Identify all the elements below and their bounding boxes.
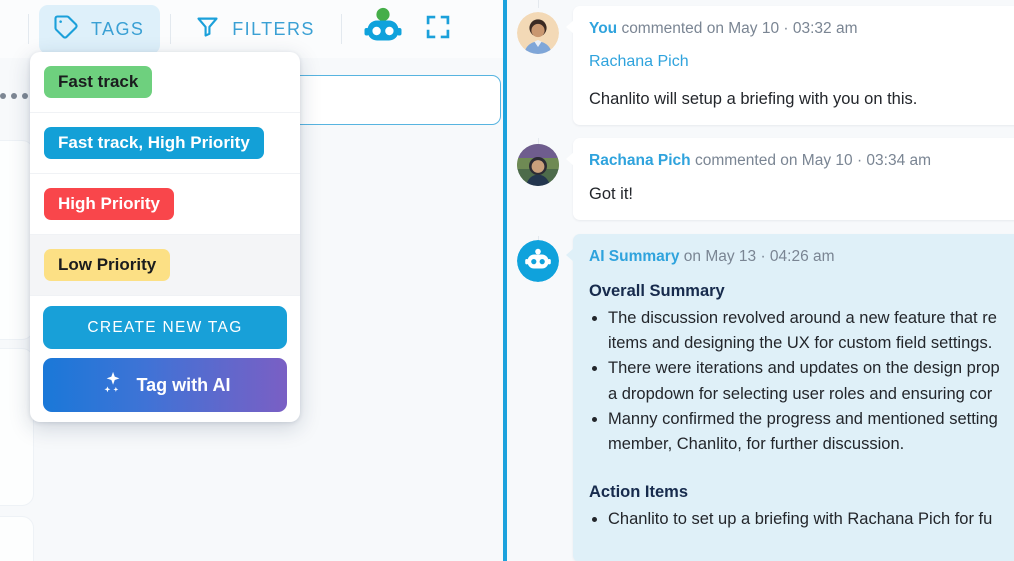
bullet-line: Chanlito to set up a briefing with Racha… xyxy=(608,509,993,528)
tags-button-label: TAGS xyxy=(91,18,145,39)
ai-summary-author: AI Summary xyxy=(589,248,680,266)
bullet-line: a dropdown for selecting user roles and … xyxy=(608,384,993,403)
comment-timestamp: commented on May 10 · 03:34 am xyxy=(694,152,932,170)
overall-summary-list: The discussion revolved around a new fea… xyxy=(589,306,1014,456)
comment-bubble: Rachana Pich commented on May 10 · 03:34… xyxy=(566,138,1014,221)
tag-with-ai-label: Tag with AI xyxy=(136,374,231,395)
list-item: The discussion revolved around a new fea… xyxy=(608,306,1014,356)
create-new-tag-button[interactable]: CREATE NEW TAG xyxy=(43,306,287,349)
comment-author[interactable]: Rachana Pich xyxy=(589,152,691,169)
tag-icon xyxy=(52,13,80,46)
comment-author[interactable]: You xyxy=(589,20,617,37)
list-item: Manny confirmed the progress and mention… xyxy=(608,407,1014,457)
app-root: TAGS FILTERS Fast track Fast track, High… xyxy=(0,0,1014,561)
bot-button[interactable] xyxy=(364,7,402,52)
tag-with-ai-button[interactable]: Tag with AI xyxy=(43,358,287,412)
comment-timestamp: commented on May 10 · 03:32 am xyxy=(621,20,858,37)
filters-button-label: FILTERS xyxy=(232,18,315,39)
filter-icon xyxy=(194,13,221,45)
bullet-line: items and designing the UX for custom fi… xyxy=(608,334,993,353)
tag-menu-item[interactable]: Fast track, High Priority xyxy=(30,113,300,174)
overall-summary-title: Overall Summary xyxy=(589,282,725,301)
background-card xyxy=(0,516,34,561)
tag-menu-item[interactable]: High Priority xyxy=(30,174,300,235)
list-item: Chanlito to set up a briefing with Racha… xyxy=(608,507,1014,532)
comment-meta: You commented on May 10 · 03:32 am xyxy=(589,19,1014,40)
comment-meta: Rachana Pich commented on May 10 · 03:34… xyxy=(589,151,1014,172)
action-items-list: Chanlito to set up a briefing with Racha… xyxy=(589,507,1014,532)
dot xyxy=(0,93,6,99)
avatar[interactable] xyxy=(517,144,559,187)
avatar[interactable] xyxy=(517,12,559,54)
action-items-title: Action Items xyxy=(589,482,689,501)
bot-avatar[interactable] xyxy=(517,240,559,283)
bullet-line: The discussion revolved around a new fea… xyxy=(608,309,997,328)
tag-chip: Low Priority xyxy=(44,248,171,282)
pane-divider-handle[interactable] xyxy=(503,0,507,561)
tags-dropdown-menu: Fast track Fast track, High Priority Hig… xyxy=(30,52,300,422)
tags-button[interactable]: TAGS xyxy=(39,4,161,54)
background-card xyxy=(0,348,34,506)
toolbar-separator xyxy=(340,14,342,44)
dot xyxy=(22,93,28,99)
bullet-line: member, Chanlito, for further discussion… xyxy=(608,434,905,453)
bullet-line: Manny confirmed the progress and mention… xyxy=(608,409,998,428)
toolbar-separator xyxy=(170,14,172,44)
tag-menu-actions: CREATE NEW TAG Tag with AI xyxy=(30,296,300,414)
tag-menu-item[interactable]: Fast track xyxy=(30,52,300,113)
tag-chip: Fast track, High Priority xyxy=(44,126,264,160)
filters-button[interactable]: FILTERS xyxy=(181,5,330,53)
card-more-dots[interactable] xyxy=(0,93,28,99)
comment-item: You commented on May 10 · 03:32 am Racha… xyxy=(507,6,1014,126)
bullet-line: There were iterations and updates on the… xyxy=(608,359,1000,378)
tag-menu-item[interactable]: Low Priority xyxy=(30,235,300,296)
ai-summary-meta: AI Summary on May 13 · 04:26 am xyxy=(589,247,1014,268)
bot-icon xyxy=(364,7,402,52)
dot xyxy=(11,93,17,99)
ai-summary-bubble: AI Summary on May 13 · 04:26 am Overall … xyxy=(566,234,1014,561)
comment-bubble: You commented on May 10 · 03:32 am Racha… xyxy=(566,6,1014,126)
comments-pane: You commented on May 10 · 03:32 am Racha… xyxy=(507,0,1014,561)
fullscreen-icon xyxy=(424,13,452,46)
toolbar: TAGS FILTERS xyxy=(0,0,504,58)
ai-summary-item: AI Summary on May 13 · 04:26 am Overall … xyxy=(507,234,1014,561)
ai-summary-timestamp: on May 13 · 04:26 am xyxy=(683,248,835,266)
fullscreen-button[interactable] xyxy=(424,13,452,46)
list-item: There were iterations and updates on the… xyxy=(608,356,1014,406)
tag-chip: High Priority xyxy=(44,187,175,221)
comment-text: Chanlito will setup a briefing with you … xyxy=(589,89,918,108)
comment-item: Rachana Pich commented on May 10 · 03:34… xyxy=(507,138,1014,221)
left-pane: TAGS FILTERS Fast track Fast track, High… xyxy=(0,0,504,561)
toolbar-separator xyxy=(28,14,29,44)
tag-chip: Fast track xyxy=(44,65,153,99)
comment-text: Got it! xyxy=(589,185,634,204)
sparkle-icon xyxy=(100,369,127,401)
background-card xyxy=(0,140,34,340)
comment-mention[interactable]: Rachana Pich xyxy=(589,53,1014,71)
